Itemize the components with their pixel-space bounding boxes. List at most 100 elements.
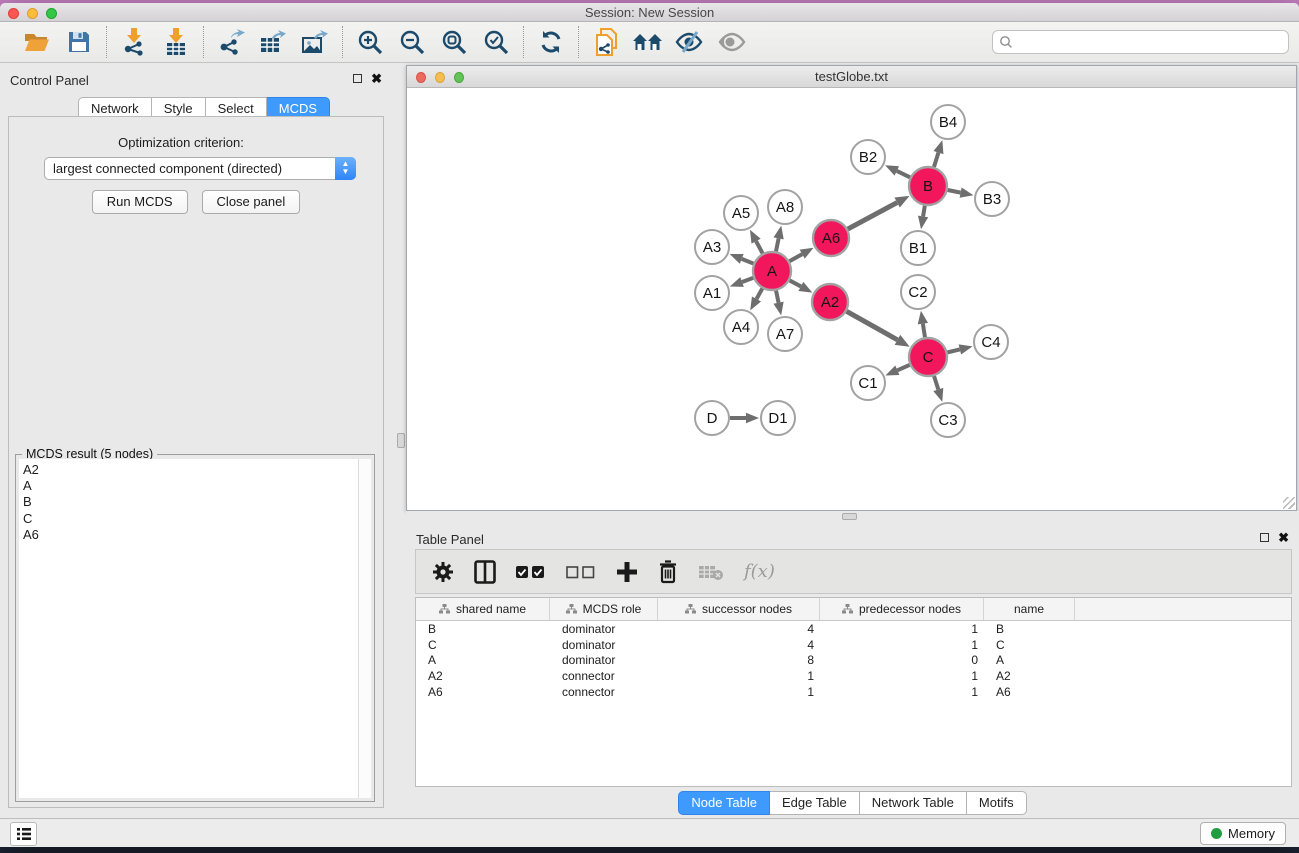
tab-network-table[interactable]: Network Table <box>860 791 967 815</box>
refresh-icon[interactable] <box>534 26 568 58</box>
edge-A6-B[interactable] <box>848 203 897 229</box>
cell[interactable]: A <box>416 653 550 667</box>
cell[interactable]: C <box>416 638 550 652</box>
float-panel-icon[interactable] <box>353 74 362 83</box>
column-header-MCDS-role[interactable]: MCDS role <box>550 598 658 620</box>
mcds-result-item[interactable]: A <box>23 478 358 494</box>
cell[interactable]: 1 <box>658 669 820 683</box>
cell[interactable]: 1 <box>820 622 984 636</box>
mcds-result-item[interactable]: A6 <box>23 527 358 543</box>
cell[interactable]: A6 <box>416 685 550 699</box>
table-row[interactable]: Adominator80A <box>416 653 1291 669</box>
window-resize-grip[interactable] <box>1283 497 1295 509</box>
cell[interactable]: 8 <box>658 653 820 667</box>
edge-A-A2[interactable] <box>790 280 801 286</box>
close-panel-icon[interactable]: ✖ <box>1278 533 1289 542</box>
table-row[interactable]: Cdominator41C <box>416 637 1291 653</box>
cell[interactable]: A <box>984 653 1075 667</box>
edge-C-C3[interactable] <box>934 376 938 389</box>
cell[interactable]: A2 <box>416 669 550 683</box>
hide-panel-eye-icon[interactable] <box>673 26 707 58</box>
edge-A-A8[interactable] <box>776 238 779 251</box>
table-row[interactable]: A2connector11A2 <box>416 668 1291 684</box>
network-canvas[interactable]: AA6A2BCA5A8A3A1A4A7B2B4B3B1C2C4C1C3DD1 <box>407 89 1296 510</box>
search-input[interactable] <box>1013 35 1288 49</box>
mcds-result-item[interactable]: B <box>23 494 358 510</box>
edge-A2-C[interactable] <box>847 311 898 340</box>
column-header-predecessor-nodes[interactable]: predecessor nodes <box>820 598 984 620</box>
cell[interactable]: B <box>416 622 550 636</box>
cell[interactable]: 1 <box>820 685 984 699</box>
edge-B-B1[interactable] <box>923 206 925 217</box>
select-all-icon[interactable] <box>516 565 546 579</box>
mcds-result-list[interactable]: A2ABCA6 <box>19 459 358 798</box>
delete-column-trash-icon[interactable] <box>658 560 678 584</box>
result-scrollbar[interactable] <box>358 459 371 798</box>
zoom-in-icon[interactable] <box>353 26 387 58</box>
edge-A-A1[interactable] <box>742 278 753 282</box>
column-header-shared-name[interactable]: shared name <box>416 598 550 620</box>
cell[interactable]: A2 <box>984 669 1075 683</box>
cell[interactable]: 4 <box>658 622 820 636</box>
add-column-icon[interactable] <box>616 561 638 583</box>
cell[interactable]: dominator <box>550 622 658 636</box>
node-table[interactable]: shared nameMCDS rolesuccessor nodesprede… <box>415 597 1292 787</box>
edge-A-A5[interactable] <box>756 241 762 253</box>
edge-A-A7[interactable] <box>776 291 778 303</box>
zoom-selected-icon[interactable] <box>479 26 513 58</box>
settings-gear-icon[interactable] <box>432 561 454 583</box>
export-table-icon[interactable] <box>256 26 290 58</box>
edge-B-B4[interactable] <box>934 153 938 167</box>
network-graph[interactable]: AA6A2BCA5A8A3A1A4A7B2B4B3B1C2C4C1C3DD1 <box>407 89 1296 510</box>
divider-grip[interactable] <box>842 513 857 520</box>
export-network-icon[interactable] <box>214 26 248 58</box>
mcds-result-item[interactable]: C <box>23 511 358 527</box>
tab-edge-table[interactable]: Edge Table <box>770 791 860 815</box>
column-header-successor-nodes[interactable]: successor nodes <box>658 598 820 620</box>
edge-C-C2[interactable] <box>923 324 925 338</box>
export-image-icon[interactable] <box>298 26 332 58</box>
delete-table-icon[interactable] <box>698 563 724 581</box>
edge-A-A6[interactable] <box>789 254 802 261</box>
close-panel-icon[interactable]: ✖ <box>371 74 382 83</box>
edge-B-B3[interactable] <box>948 190 961 193</box>
zoom-fit-icon[interactable] <box>437 26 471 58</box>
zoom-out-icon[interactable] <box>395 26 429 58</box>
split-divider-horizontal[interactable] <box>406 511 1299 522</box>
clone-network-icon[interactable] <box>589 26 623 58</box>
edge-A-A3[interactable] <box>742 259 754 264</box>
cell[interactable]: 1 <box>820 669 984 683</box>
table-row[interactable]: A6connector11A6 <box>416 684 1291 700</box>
cell[interactable]: C <box>984 638 1075 652</box>
edge-A-A4[interactable] <box>756 288 762 299</box>
open-file-icon[interactable] <box>20 26 54 58</box>
cell[interactable]: 0 <box>820 653 984 667</box>
close-panel-button[interactable]: Close panel <box>202 190 301 214</box>
tab-motifs[interactable]: Motifs <box>967 791 1027 815</box>
cell[interactable]: A6 <box>984 685 1075 699</box>
table-row[interactable]: Bdominator41B <box>416 621 1291 637</box>
tab-node-table[interactable]: Node Table <box>678 791 770 815</box>
mcds-result-item[interactable]: A2 <box>23 462 358 478</box>
function-builder-icon[interactable]: f(x) <box>744 561 775 582</box>
cell[interactable]: B <box>984 622 1075 636</box>
cell[interactable]: connector <box>550 685 658 699</box>
network-window-titlebar[interactable]: testGlobe.txt <box>407 66 1296 88</box>
run-mcds-button[interactable]: Run MCDS <box>92 190 188 214</box>
deselect-all-icon[interactable] <box>566 565 596 579</box>
task-history-button[interactable] <box>10 822 37 846</box>
import-table-icon[interactable] <box>159 26 193 58</box>
home-icon[interactable] <box>631 26 665 58</box>
cell[interactable]: 1 <box>658 685 820 699</box>
criterion-dropdown[interactable]: largest connected component (directed) ▲… <box>44 157 356 180</box>
cell[interactable]: 1 <box>820 638 984 652</box>
edge-C-C1[interactable] <box>897 365 909 370</box>
cell[interactable]: connector <box>550 669 658 683</box>
import-network-icon[interactable] <box>117 26 151 58</box>
memory-button[interactable]: Memory <box>1200 822 1286 845</box>
edge-C-C4[interactable] <box>947 349 959 352</box>
cell[interactable]: dominator <box>550 653 658 667</box>
save-session-icon[interactable] <box>62 26 96 58</box>
column-header-name[interactable]: name <box>984 598 1075 620</box>
columns-icon[interactable] <box>474 560 496 584</box>
